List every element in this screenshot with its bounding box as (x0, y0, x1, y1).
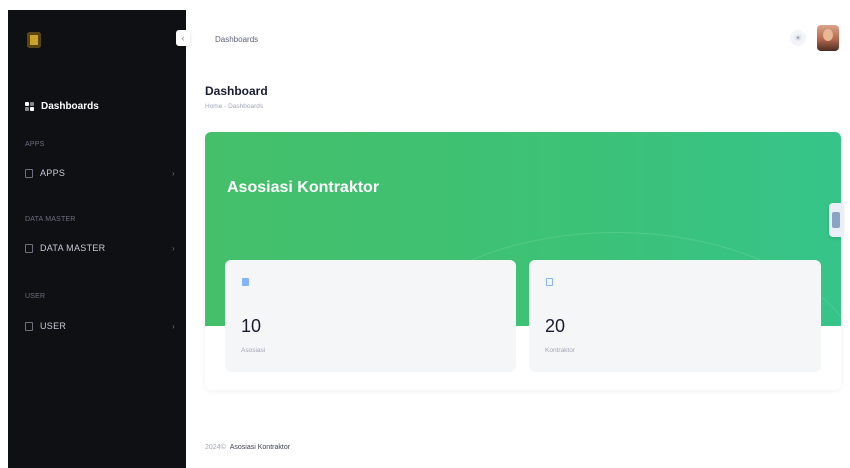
sidebar-item-label: DATA MASTER (40, 243, 106, 253)
sidebar-collapse-button[interactable]: ‹ (176, 30, 190, 46)
footer-brand-link[interactable]: Asosiasi Kontraktor (230, 444, 290, 451)
sidebar-item-label: APPS (40, 168, 66, 178)
app-logo[interactable] (27, 32, 41, 48)
sidebar-item-label: USER (40, 321, 67, 331)
section-label-data-master: DATA MASTER (25, 216, 76, 223)
sidebar-item-user[interactable]: USER › (25, 321, 175, 331)
footer-year: 2024© (205, 444, 226, 451)
footer: 2024© Asosiasi Kontraktor (205, 444, 290, 451)
stat-label: Asosiasi (241, 347, 266, 354)
chevron-right-icon: › (172, 321, 175, 331)
chevron-right-icon: › (172, 168, 175, 178)
avatar[interactable] (817, 25, 839, 51)
side-toolbar-toggle[interactable] (829, 203, 843, 237)
sidebar-item-dashboards[interactable]: Dashboards (25, 101, 99, 112)
breadcrumb[interactable]: Home - Dashboards (205, 103, 263, 110)
user-icon (25, 321, 33, 331)
chevron-right-icon: › (172, 243, 175, 253)
stat-card-kontraktor[interactable]: 20 Kontraktor (529, 260, 821, 372)
list-icon (242, 278, 249, 286)
sidebar-item-label: Dashboards (41, 101, 99, 112)
header-title: Dashboards (215, 35, 259, 44)
stat-card-asosiasi[interactable]: 10 Asosiasi (225, 260, 516, 372)
apps-icon (25, 168, 33, 178)
sun-icon[interactable]: ☀ (790, 30, 806, 46)
sidebar-item-data-master[interactable]: DATA MASTER › (25, 243, 175, 253)
stat-value: 10 (241, 316, 262, 336)
stat-value: 20 (545, 316, 566, 336)
data-master-icon (25, 243, 33, 253)
sidebar: Dashboards APPS APPS › DATA MASTER DATA … (8, 10, 186, 468)
stat-label: Kontraktor (545, 347, 575, 354)
chevron-left-icon: ‹ (181, 33, 185, 43)
dashboard-icon (25, 101, 35, 112)
hero-title: Asosiasi Kontraktor (227, 179, 380, 196)
sidebar-item-apps[interactable]: APPS › (25, 168, 175, 178)
section-label-user: USER (25, 293, 46, 300)
section-label-apps: APPS (25, 141, 45, 148)
document-icon (546, 278, 553, 286)
page-title: Dashboard (205, 84, 268, 98)
